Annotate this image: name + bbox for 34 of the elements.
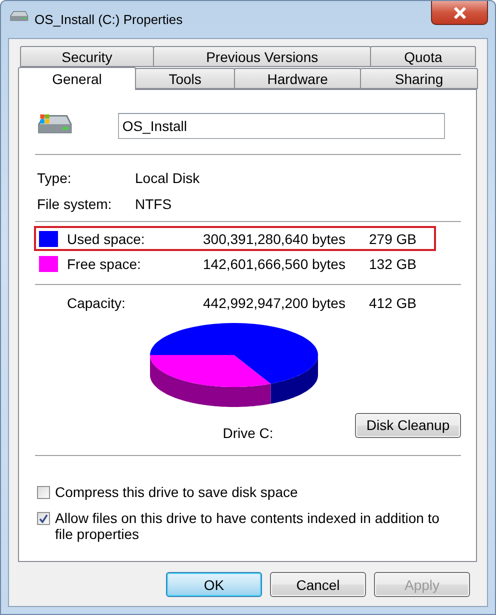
drive-label: Drive C: [222,425,274,441]
info-value: Local Disk [135,170,201,186]
tab[interactable]: General [18,67,136,90]
info-label: Type: [37,170,72,186]
capacity-size: 412 GB [369,294,418,310]
check-icon [39,514,48,523]
tab[interactable]: Quota [370,46,476,67]
drive-icon [9,10,28,24]
dialog-button[interactable]: Cancel [270,572,366,597]
tab[interactable]: Tools [134,68,236,89]
drive-name-field[interactable]: OS_Install [118,113,446,139]
space-size: 132 GB [369,256,418,272]
close-button[interactable] [431,1,488,25]
checkbox[interactable] [37,486,50,499]
checkbox[interactable] [37,512,50,525]
disk-cleanup-button[interactable]: Disk Cleanup [355,412,461,438]
tab[interactable]: Security [20,46,154,67]
tab[interactable]: Sharing [360,68,478,89]
window-title: OS_Install (C:) Properties [34,12,183,27]
close-icon [452,6,466,18]
checkbox-label: Compress this drive to save disk space [55,484,298,500]
space-label: Used space: [67,230,146,246]
space-label: Free space: [67,256,142,272]
capacity-label: Capacity: [67,294,126,310]
capacity-bytes: 442,992,947,200 bytes [203,294,346,310]
tab[interactable]: Hardware [234,68,362,89]
tab[interactable]: Previous Versions [152,46,372,67]
space-bytes: 142,601,666,560 bytes [203,256,346,272]
space-bytes: 300,391,280,640 bytes [203,230,346,246]
dialog-button[interactable]: OK [166,572,262,597]
info-label: File system: [37,196,113,212]
info-value: NTFS [135,196,173,212]
space-size: 279 GB [369,230,418,246]
checkbox-label: Allow files on this drive to have contents indexed in addition to file properties [55,510,440,542]
